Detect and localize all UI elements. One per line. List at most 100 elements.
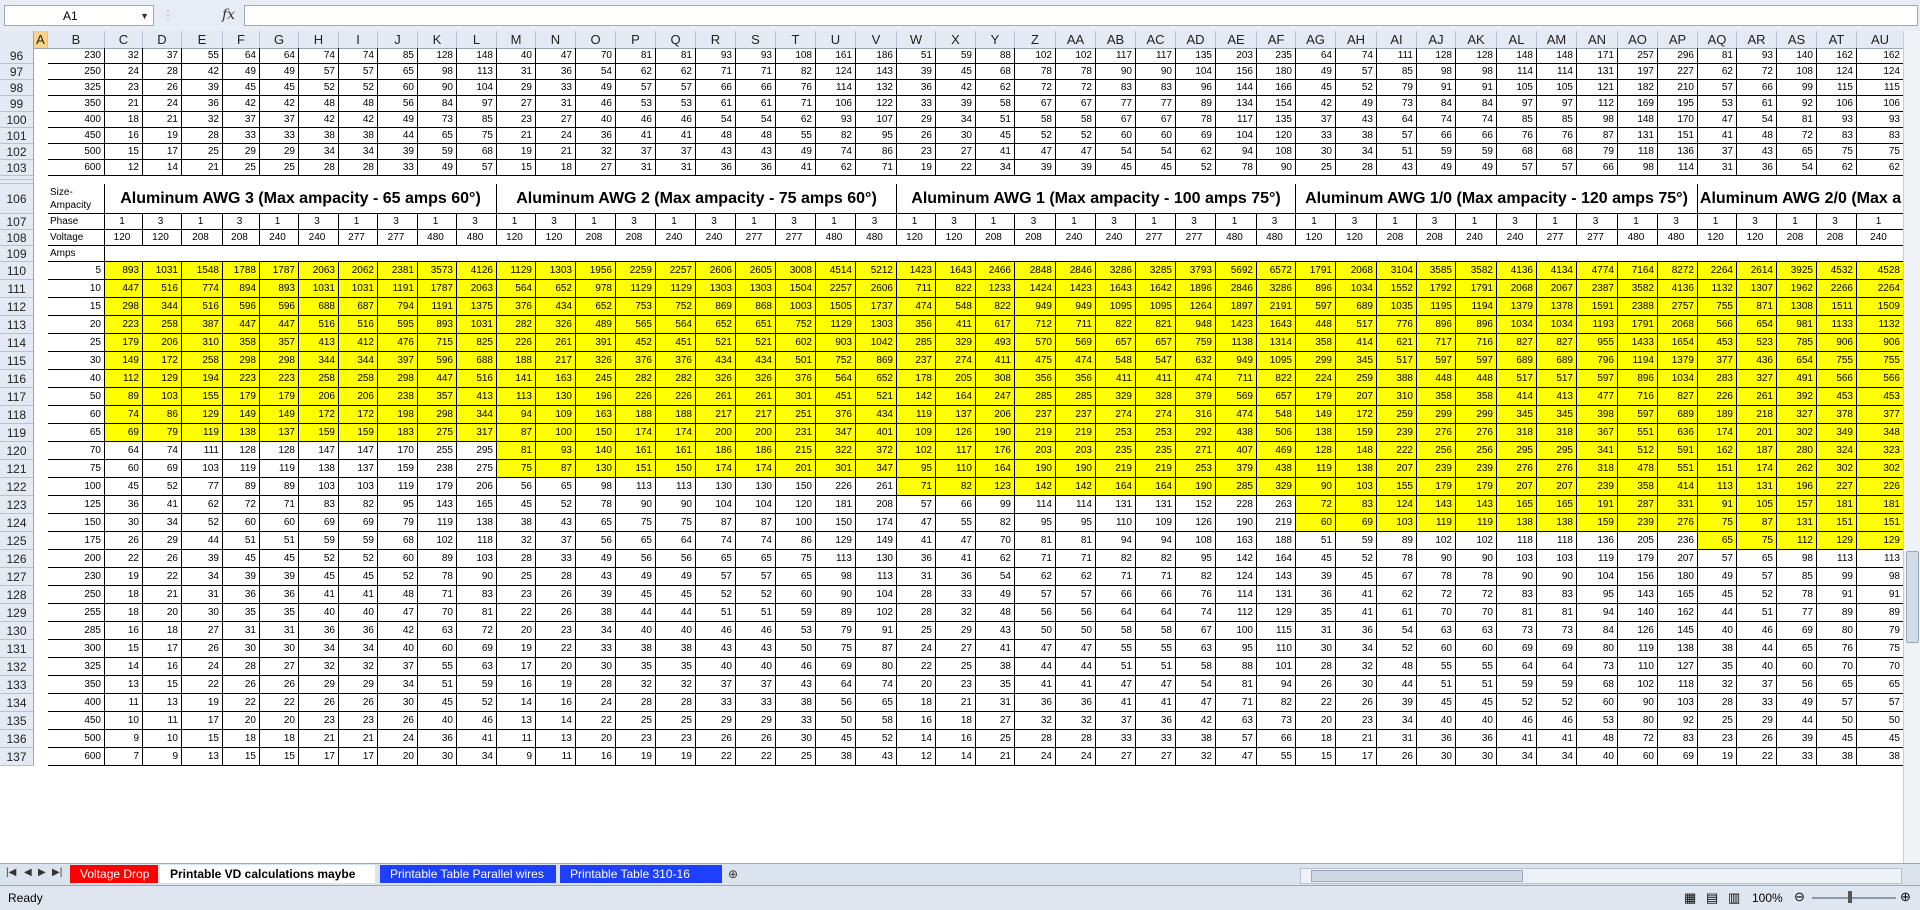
value-cell[interactable]: 1132	[1698, 280, 1737, 298]
value-cell[interactable]: 42	[1176, 712, 1216, 730]
value-cell[interactable]: 651	[736, 316, 776, 334]
value-cell[interactable]: 24	[1056, 748, 1096, 766]
value-cell[interactable]: 283	[1698, 370, 1737, 388]
value-cell[interactable]: 591	[1658, 442, 1698, 460]
value-cell[interactable]: 87	[536, 460, 576, 478]
value-cell[interactable]: 759	[1176, 334, 1216, 352]
value-cell[interactable]: 218	[1737, 406, 1777, 424]
value-cell[interactable]: 22	[105, 550, 143, 568]
column-header[interactable]: AL	[1497, 31, 1537, 48]
value-cell[interactable]: 179	[260, 388, 299, 406]
value-cell[interactable]: 219	[1015, 424, 1056, 442]
value-cell[interactable]: 1191	[418, 298, 457, 316]
cell[interactable]	[34, 298, 48, 316]
value-cell[interactable]: 88	[1216, 658, 1257, 676]
voltage-cell[interactable]: 120	[143, 230, 182, 246]
value-cell[interactable]: 57	[1857, 694, 1904, 712]
value-cell[interactable]: 711	[1056, 316, 1096, 334]
value-cell[interactable]: 34	[1497, 748, 1537, 766]
value-cell[interactable]: 46	[457, 712, 497, 730]
value-cell[interactable]: 564	[816, 370, 856, 388]
value-cell[interactable]: 65	[1737, 550, 1777, 568]
row-header[interactable]: 106	[0, 184, 34, 214]
value-cell[interactable]: 17	[143, 640, 182, 658]
value-cell[interactable]: 217	[696, 406, 736, 424]
value-cell[interactable]: 226	[1857, 478, 1904, 496]
value-cell[interactable]: 128	[223, 442, 260, 460]
value-cell[interactable]: 1591	[1577, 298, 1618, 316]
value-cell[interactable]: 392	[1777, 388, 1817, 406]
value-cell[interactable]: 1423	[1056, 280, 1096, 298]
value-cell[interactable]: 119	[182, 424, 223, 442]
value-cell[interactable]: 391	[576, 334, 616, 352]
value-cell[interactable]: 2068	[1336, 262, 1377, 280]
value-cell[interactable]: 74	[1336, 48, 1377, 64]
value-cell[interactable]: 16	[536, 694, 576, 712]
value-cell[interactable]: 388	[1377, 370, 1417, 388]
cell[interactable]	[34, 160, 48, 176]
value-cell[interactable]: 411	[976, 352, 1015, 370]
value-cell[interactable]: 308	[976, 370, 1015, 388]
value-cell[interactable]: 31	[1698, 160, 1737, 176]
value-cell[interactable]: 55	[182, 48, 223, 64]
value-cell[interactable]: 57	[897, 496, 936, 514]
value-cell[interactable]: 906	[1817, 334, 1857, 352]
value-cell[interactable]: 74	[1456, 112, 1497, 128]
value-cell[interactable]: 20	[1296, 712, 1336, 730]
value-cell[interactable]: 45	[936, 64, 976, 80]
value-cell[interactable]: 151	[1658, 128, 1698, 144]
value-cell[interactable]: 117	[1136, 48, 1176, 64]
value-cell[interactable]: 89	[105, 388, 143, 406]
value-cell[interactable]: 235	[1257, 48, 1296, 64]
value-cell[interactable]: 893	[260, 280, 299, 298]
value-cell[interactable]: 414	[1497, 388, 1537, 406]
value-cell[interactable]: 274	[1096, 406, 1136, 424]
next-sheet-icon[interactable]: ▶	[38, 867, 46, 878]
value-cell[interactable]: 597	[1577, 370, 1618, 388]
value-cell[interactable]: 82	[936, 478, 976, 496]
value-cell[interactable]: 239	[1456, 460, 1497, 478]
cell[interactable]	[34, 316, 48, 334]
value-cell[interactable]: 95	[1176, 550, 1216, 568]
value-cell[interactable]: 11	[497, 730, 536, 748]
phase-cell[interactable]: 3	[776, 214, 816, 230]
value-cell[interactable]: 29	[260, 144, 299, 160]
value-cell[interactable]: 47	[936, 532, 976, 550]
value-cell[interactable]: 119	[1456, 514, 1497, 532]
value-cell[interactable]: 256	[1456, 442, 1497, 460]
value-cell[interactable]: 13	[105, 676, 143, 694]
value-cell[interactable]: 356	[1015, 370, 1056, 388]
value-cell[interactable]: 26	[897, 128, 936, 144]
amps-cell[interactable]: 250	[48, 586, 105, 604]
value-cell[interactable]: 191	[1577, 496, 1618, 514]
value-cell[interactable]: 138	[299, 460, 339, 478]
voltage-cell[interactable]: 240	[1857, 230, 1904, 246]
value-cell[interactable]: 42	[182, 64, 223, 80]
value-cell[interactable]: 42	[339, 112, 378, 128]
value-cell[interactable]: 90	[457, 568, 497, 586]
column-header[interactable]: AQ	[1698, 31, 1737, 48]
value-cell[interactable]: 65	[856, 694, 897, 712]
value-cell[interactable]: 25	[497, 568, 536, 586]
value-cell[interactable]: 39	[1056, 160, 1096, 176]
value-cell[interactable]: 46	[1537, 712, 1577, 730]
value-cell[interactable]: 358	[223, 334, 260, 352]
value-cell[interactable]: 217	[736, 406, 776, 424]
value-cell[interactable]: 41	[656, 128, 696, 144]
value-cell[interactable]: 13	[497, 712, 536, 730]
value-cell[interactable]: 413	[457, 388, 497, 406]
value-cell[interactable]: 298	[105, 298, 143, 316]
value-cell[interactable]: 134	[1216, 96, 1257, 112]
value-cell[interactable]: 59	[1336, 532, 1377, 550]
value-cell[interactable]: 179	[1456, 478, 1497, 496]
value-cell[interactable]: 128	[260, 442, 299, 460]
value-cell[interactable]: 1643	[1096, 280, 1136, 298]
value-cell[interactable]: 60	[418, 640, 457, 658]
value-cell[interactable]: 85	[378, 48, 418, 64]
value-cell[interactable]: 138	[1336, 460, 1377, 478]
value-cell[interactable]: 103	[1336, 478, 1377, 496]
value-cell[interactable]: 44	[1737, 640, 1777, 658]
value-cell[interactable]: 141	[497, 370, 536, 388]
value-cell[interactable]: 95	[856, 128, 897, 144]
value-cell[interactable]: 794	[378, 298, 418, 316]
